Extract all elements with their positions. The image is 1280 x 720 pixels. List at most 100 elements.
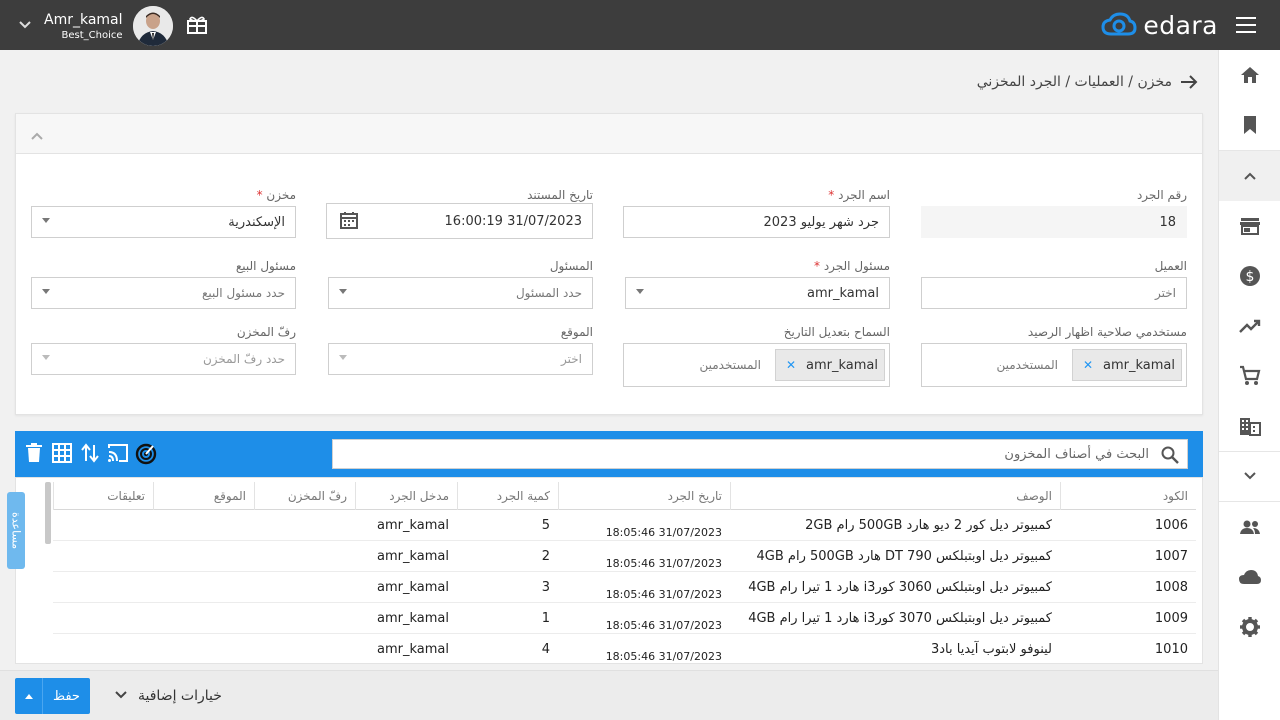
inventory-number-field: 18 xyxy=(921,206,1187,238)
menu-icon[interactable] xyxy=(1236,17,1256,33)
scan-icon[interactable] xyxy=(135,443,157,469)
inventory-responsible-select[interactable]: amr_kamal xyxy=(625,277,890,309)
column-header-comments[interactable]: تعليقات xyxy=(53,482,153,510)
responsible-select[interactable]: حدد المسئول xyxy=(328,277,593,309)
save-button[interactable]: حفظ xyxy=(15,678,90,714)
svg-text:$: $ xyxy=(1246,269,1255,285)
caret-up-icon[interactable] xyxy=(15,678,43,714)
column-header-qty[interactable]: كمية الجرد xyxy=(457,482,558,510)
location-select[interactable]: اختر xyxy=(328,343,593,375)
chevron-down-icon[interactable] xyxy=(1219,451,1280,501)
brand-logo[interactable]: edara xyxy=(1101,10,1218,40)
date-edit-users-label: السماح بتعديل التاريخ xyxy=(783,325,890,339)
location-label: الموقع xyxy=(560,325,593,339)
footer-bar: حفظ خيارات إضافية xyxy=(0,670,1218,720)
shelf-label: رفّ المخزن xyxy=(236,325,296,339)
cell-description: كمبيوتر ديل اوبتبلكس 3070 كورi3 هارد 1 ت… xyxy=(748,611,1052,626)
cloud-logo-icon xyxy=(1101,12,1137,36)
customer-select[interactable]: اختر xyxy=(921,277,1187,309)
breadcrumb: مخزن / العمليات / الجرد المخزني xyxy=(976,74,1172,90)
cell-entry: amr_kamal xyxy=(377,580,449,595)
store-icon[interactable] xyxy=(1219,201,1280,251)
dollar-icon[interactable]: $ xyxy=(1219,251,1280,301)
cell-entry: amr_kamal xyxy=(377,518,449,533)
table-row[interactable]: 1009 كمبيوتر ديل اوبتبلكس 3070 كورi3 هار… xyxy=(53,603,1196,634)
column-header-date[interactable]: تاريخ الجرد xyxy=(558,482,730,510)
user-company: Best_Choice xyxy=(61,29,123,41)
user-menu[interactable]: Amr_kamal Best_Choice xyxy=(18,6,173,46)
cell-entry: amr_kamal xyxy=(377,611,449,626)
user-chip: amr_kamal ✕ xyxy=(1071,349,1182,381)
building-icon[interactable] xyxy=(1219,401,1280,451)
chevron-up-icon[interactable] xyxy=(30,126,44,145)
column-header-shelf[interactable]: رفّ المخزن xyxy=(254,482,355,510)
cell-code: 1006 xyxy=(1154,518,1188,533)
chevron-down-icon[interactable] xyxy=(18,18,38,34)
user-name: Amr_kamal xyxy=(44,11,123,28)
cell-date: 31/07/2023 18:05:46 xyxy=(605,650,722,663)
brand-name: edara xyxy=(1143,10,1218,40)
cell-date: 31/07/2023 18:05:46 xyxy=(605,557,722,570)
chevron-up-icon[interactable] xyxy=(1219,151,1280,201)
top-bar: Amr_kamal Best_Choice edara xyxy=(0,0,1280,50)
inventory-name-label: اسم الجرد * xyxy=(828,188,890,202)
cell-entry: amr_kamal xyxy=(377,549,449,564)
cart-icon[interactable] xyxy=(1219,351,1280,401)
cell-code: 1010 xyxy=(1154,642,1188,657)
caret-down-icon xyxy=(42,218,50,223)
inventory-form-panel: رقم الجرد 18 اسم الجرد * جرد شهر يوليو 2… xyxy=(15,113,1203,415)
users-icon[interactable] xyxy=(1219,502,1280,552)
column-header-description[interactable]: الوصف xyxy=(730,482,1060,510)
table-row[interactable]: 1007 كمبيوتر ديل اوبتبلكس DT 790 هارد 50… xyxy=(53,541,1196,572)
column-header-entry[interactable]: مدخل الجرد xyxy=(355,482,457,510)
cell-qty: 2 xyxy=(541,549,550,564)
column-header-code[interactable]: الكود xyxy=(1060,482,1196,510)
panel-header xyxy=(16,114,1202,154)
cell-code: 1007 xyxy=(1154,549,1188,564)
table-row[interactable]: 1010 لينوفو لابتوب آيديا باد3 31/07/2023… xyxy=(53,634,1196,663)
avatar[interactable] xyxy=(132,6,173,46)
bookmark-icon[interactable] xyxy=(1219,100,1280,150)
cell-qty: 1 xyxy=(541,611,550,626)
caret-down-icon xyxy=(42,289,50,294)
trash-icon[interactable] xyxy=(25,443,43,467)
table-row[interactable]: 1006 كمبيوتر ديل كور 2 ديو هارد 500GB را… xyxy=(53,510,1196,541)
grid-icon[interactable] xyxy=(52,443,72,467)
cast-icon[interactable] xyxy=(107,443,129,467)
remove-icon[interactable]: ✕ xyxy=(1083,358,1093,372)
sales-responsible-select[interactable]: حدد مسئول البيع xyxy=(31,277,296,309)
right-sidebar: $ xyxy=(1218,50,1280,720)
home-icon[interactable] xyxy=(1219,50,1280,100)
help-tab[interactable]: مساعدة xyxy=(7,492,25,569)
caret-down-icon xyxy=(636,289,644,294)
warehouse-select[interactable]: الإسكندرية xyxy=(31,206,296,238)
column-header-location[interactable]: الموقع xyxy=(153,482,254,510)
inventory-search-input[interactable]: البحث في أصناف المخزون xyxy=(332,439,1188,469)
cell-description: كمبيوتر ديل اوبتبلكس 3060 كورi3 هارد 1 ت… xyxy=(748,580,1052,595)
balance-users-multiselect[interactable]: amr_kamal ✕ المستخدمين xyxy=(921,343,1187,387)
inventory-name-input[interactable]: جرد شهر يوليو 2023 xyxy=(623,206,890,238)
calendar-icon[interactable] xyxy=(339,210,359,234)
trending-icon[interactable] xyxy=(1219,301,1280,351)
search-icon[interactable] xyxy=(1161,446,1179,468)
date-edit-users-multiselect[interactable]: amr_kamal ✕ المستخدمين xyxy=(623,343,890,387)
sort-icon[interactable] xyxy=(81,443,99,467)
vertical-scrollbar[interactable] xyxy=(45,482,51,544)
more-options-toggle[interactable]: خيارات إضافية xyxy=(114,688,222,704)
arrow-right-icon[interactable] xyxy=(1180,74,1198,94)
settings-icon[interactable] xyxy=(1219,602,1280,652)
remove-icon[interactable]: ✕ xyxy=(786,358,796,372)
shelf-select[interactable]: حدد رفّ المخزن xyxy=(31,343,296,375)
items-toolbar: البحث في أصناف المخزون xyxy=(15,431,1203,477)
chevron-down-icon xyxy=(114,688,128,704)
document-date-input[interactable]: 31/07/2023 16:00:19 xyxy=(326,203,593,239)
caret-down-icon xyxy=(42,355,50,360)
cell-code: 1009 xyxy=(1154,611,1188,626)
cell-qty: 5 xyxy=(541,518,550,533)
cell-code: 1008 xyxy=(1154,580,1188,595)
table-row[interactable]: 1008 كمبيوتر ديل اوبتبلكس 3060 كورi3 هار… xyxy=(53,572,1196,603)
inventory-items-table: الكود الوصف تاريخ الجرد كمية الجرد مدخل … xyxy=(15,477,1203,664)
gift-icon[interactable] xyxy=(186,15,208,39)
cloud-icon[interactable] xyxy=(1219,552,1280,602)
cell-description: كمبيوتر ديل كور 2 ديو هارد 500GB رام 2GB xyxy=(805,518,1052,533)
